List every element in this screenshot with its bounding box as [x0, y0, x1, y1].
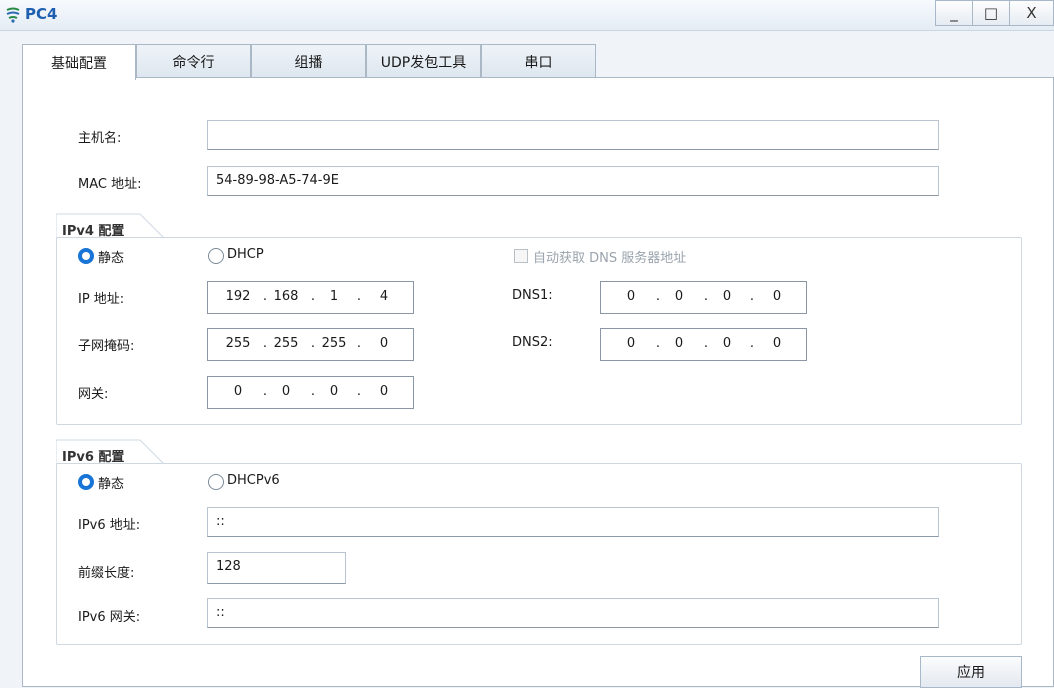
ip-octet: 0: [379, 336, 389, 351]
ipv6-address-input[interactable]: ::: [207, 507, 939, 537]
prefix-length-input[interactable]: 128: [207, 552, 346, 584]
minimize-icon: _: [950, 4, 958, 22]
hostname-label: 主机名:: [78, 131, 122, 146]
ip-octet: 0: [329, 384, 339, 399]
tab-basic-config[interactable]: 基础配置: [22, 44, 136, 80]
mac-address-field[interactable]: 54-89-98-A5-74-9E: [207, 166, 939, 196]
ip-octet: 0: [626, 336, 636, 351]
ip-octet: 192: [225, 289, 251, 304]
ip-octet: 255: [321, 336, 347, 351]
ip-octet: 255: [273, 336, 299, 351]
dns1-input[interactable]: 0 . 0 . 0 . 0: [600, 281, 807, 314]
ip-dot: .: [356, 336, 362, 351]
ipv4-dhcp-label: DHCP: [227, 247, 264, 262]
ip-octet: 0: [233, 384, 243, 399]
ip-dot: .: [356, 289, 362, 304]
ipv6-gateway-input[interactable]: ::: [207, 598, 939, 628]
ip-octet: 0: [674, 289, 684, 304]
subnet-mask-label: 子网掩码:: [78, 339, 135, 354]
ip-dot: .: [749, 336, 755, 351]
ip-octet: 1: [329, 289, 339, 304]
ip-address-label: IP 地址:: [78, 292, 125, 307]
gateway-input[interactable]: 0 . 0 . 0 . 0: [207, 376, 414, 409]
hostname-input[interactable]: [207, 120, 939, 150]
ipv6-gateway-label: IPv6 网关:: [78, 610, 141, 625]
ip-octet: 0: [281, 384, 291, 399]
ip-octet: 0: [674, 336, 684, 351]
tab-multicast[interactable]: 组播: [251, 44, 366, 78]
pc-app-icon: [6, 7, 20, 23]
prefix-length-label: 前缀长度:: [78, 566, 135, 581]
mac-label: MAC 地址:: [78, 177, 142, 192]
subnet-mask-input[interactable]: 255 . 255 . 255 . 0: [207, 328, 414, 361]
minimize-button[interactable]: _: [935, 0, 973, 26]
tab-serial-port[interactable]: 串口: [481, 44, 596, 78]
ipv6-dhcp-radio[interactable]: [208, 474, 224, 490]
window-title: PC4: [25, 5, 58, 23]
tab-udp-tool[interactable]: UDP发包工具: [366, 44, 481, 78]
auto-dns-label: 自动获取 DNS 服务器地址: [533, 251, 687, 266]
ipv6-address-label: IPv6 地址:: [78, 518, 141, 533]
close-button[interactable]: X: [1009, 0, 1054, 26]
dns2-label: DNS2:: [512, 335, 553, 350]
ip-octet: 4: [379, 289, 389, 304]
apply-button[interactable]: 应用: [920, 656, 1022, 688]
ip-octet: 0: [626, 289, 636, 304]
maximize-button[interactable]: □: [972, 0, 1010, 26]
auto-dns-checkbox[interactable]: [514, 249, 528, 263]
dns2-input[interactable]: 0 . 0 . 0 . 0: [600, 328, 807, 361]
title-bar: PC4 _ □ X: [0, 0, 1054, 31]
ip-octet: 255: [225, 336, 251, 351]
ip-dot: .: [356, 384, 362, 399]
ipv6-dhcp-label: DHCPv6: [227, 473, 280, 488]
ip-octet: 0: [722, 289, 732, 304]
maximize-icon: □: [983, 4, 999, 22]
ipv6-static-label: 静态: [98, 477, 125, 492]
ip-address-input[interactable]: 192 . 168 . 1 . 4: [207, 281, 414, 314]
tab-command-line[interactable]: 命令行: [136, 44, 251, 78]
ipv4-group-title: IPv4 配置: [62, 224, 125, 239]
ip-octet: 0: [772, 336, 782, 351]
ipv4-dhcp-radio[interactable]: [208, 248, 224, 264]
ip-octet: 0: [722, 336, 732, 351]
ipv6-static-radio[interactable]: [78, 474, 94, 490]
ip-dot: .: [749, 289, 755, 304]
ipv6-group-title: IPv6 配置: [62, 450, 125, 465]
ip-octet: 168: [273, 289, 299, 304]
gateway-label: 网关:: [78, 387, 109, 402]
ipv4-static-radio[interactable]: [78, 248, 94, 264]
close-icon: X: [1026, 4, 1037, 22]
ipv4-static-label: 静态: [98, 251, 125, 266]
dns1-label: DNS1:: [512, 288, 553, 303]
ip-octet: 0: [772, 289, 782, 304]
ip-octet: 0: [379, 384, 389, 399]
